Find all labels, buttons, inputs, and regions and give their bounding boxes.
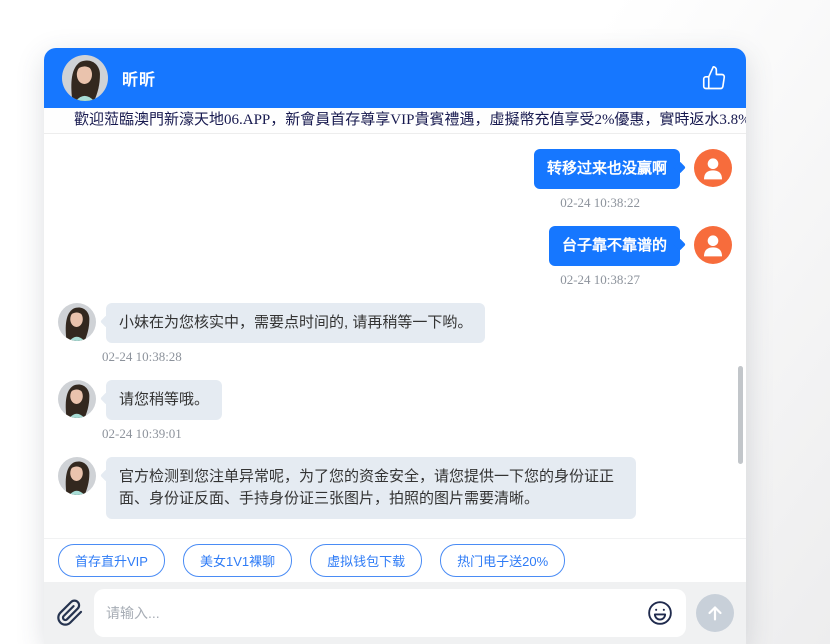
quick-reply-button[interactable]: 美女1V1裸聊	[183, 544, 292, 577]
user-avatar	[694, 226, 732, 264]
quick-reply-button[interactable]: 虚拟钱包下载	[310, 544, 422, 577]
agent-avatar	[58, 457, 96, 495]
user-avatar	[694, 149, 732, 187]
agent-avatar	[58, 380, 96, 418]
message-bubble: 请您稍等哦。	[106, 380, 222, 420]
agent-name: 昕昕	[122, 66, 156, 90]
message-timestamp: 02-24 10:38:28	[58, 349, 732, 365]
message-bubble: 转移过来也没赢啊	[534, 149, 680, 189]
thumbs-up-icon[interactable]	[700, 64, 728, 92]
message-row-user: 转移过来也没赢啊	[58, 149, 732, 189]
message-bubble: 小妹在为您核实中，需要点时间的, 请再稍等一下哟。	[106, 303, 485, 343]
message-bubble: 台子靠不靠谱的	[549, 226, 680, 266]
quick-reply-button[interactable]: 热门电子送20%	[440, 544, 565, 577]
chat-window: 昕昕 歡迎蒞臨澳門新濠天地06.APP，新會員首存尊享VIP貴賓禮遇，虛擬幣充值…	[44, 48, 746, 644]
chat-history: 转移过来也没赢啊 02-24 10:38:22 台子靠不靠谱的 02-24 10…	[44, 134, 746, 538]
message-row-user: 台子靠不靠谱的	[58, 226, 732, 266]
message-timestamp: 02-24 10:39:01	[58, 426, 732, 442]
smiley-icon[interactable]	[646, 599, 674, 627]
message-composer	[44, 582, 746, 644]
paperclip-icon[interactable]	[56, 599, 84, 627]
agent-avatar	[62, 55, 108, 101]
quick-reply-bar: 首存直升VIP 美女1V1裸聊 虚拟钱包下载 热门电子送20%	[44, 538, 746, 582]
message-timestamp: 02-24 10:38:22	[58, 195, 732, 211]
send-button[interactable]	[696, 594, 734, 632]
message-row-agent: 官方检测到您注单异常呢，为了您的资金安全，请您提供一下您的身份证正面、身份证反面…	[58, 457, 732, 519]
notice-text: 歡迎蒞臨澳門新濠天地06.APP，新會員首存尊享VIP貴賓禮遇，虛擬幣充值享受2…	[74, 112, 746, 128]
chat-header: 昕昕	[44, 48, 746, 108]
message-input[interactable]	[106, 605, 646, 621]
message-row-agent: 请您稍等哦。	[58, 380, 732, 420]
notice-marquee: 歡迎蒞臨澳門新濠天地06.APP，新會員首存尊享VIP貴賓禮遇，虛擬幣充值享受2…	[44, 108, 746, 134]
arrow-up-icon	[704, 602, 726, 624]
message-row-agent: 小妹在为您核实中，需要点时间的, 请再稍等一下哟。	[58, 303, 732, 343]
message-input-wrap	[94, 589, 686, 637]
agent-avatar	[58, 303, 96, 341]
chat-scrollbar-thumb[interactable]	[738, 366, 743, 464]
message-bubble: 官方检测到您注单异常呢，为了您的资金安全，请您提供一下您的身份证正面、身份证反面…	[106, 457, 636, 519]
message-timestamp: 02-24 10:38:27	[58, 272, 732, 288]
quick-reply-button[interactable]: 首存直升VIP	[58, 544, 165, 577]
